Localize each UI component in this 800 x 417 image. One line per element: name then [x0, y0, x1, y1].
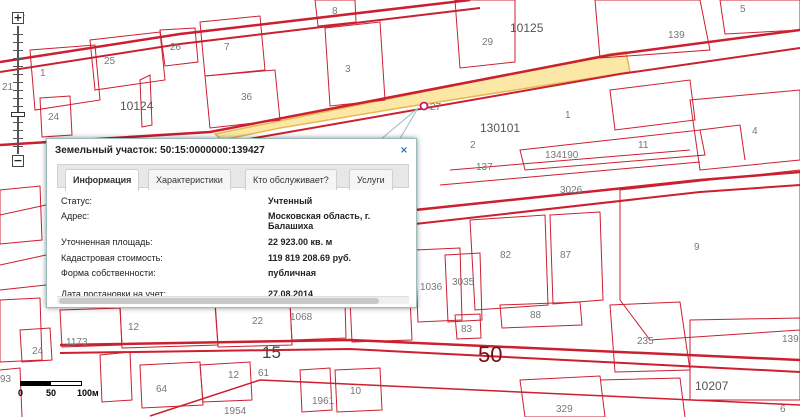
tab-services[interactable]: Услуги [349, 169, 393, 190]
info-value: Московская область, г. Балашиха [268, 211, 371, 231]
parcel-info-popup: Земельный участок: 50:15:0000000:139427 … [46, 138, 417, 308]
popup-scrollbar[interactable] [57, 296, 409, 304]
map-label: 9 [694, 242, 700, 253]
zoom-tick [13, 122, 23, 123]
zoom-tick [13, 146, 23, 147]
map-label: 235 [637, 336, 654, 347]
popup-title: Земельный участок: 50:15:0000000:139427 [55, 145, 265, 156]
map-label: 12 [128, 322, 140, 333]
map-label: 8 [332, 6, 338, 17]
info-key: Кадастровая стоимость: [61, 253, 163, 263]
close-icon[interactable]: × [398, 145, 410, 157]
map-label: 36 [241, 92, 253, 103]
map-label: 82 [500, 250, 512, 261]
zoom-tick [13, 42, 23, 43]
map-label: 139 [668, 30, 685, 41]
zoom-tick [13, 106, 23, 107]
map-label: 26 [170, 42, 182, 53]
map-label: 24 [48, 112, 60, 123]
map-label: 3 [345, 64, 351, 75]
zoom-control: + − [10, 12, 26, 167]
zoom-tick [13, 58, 23, 59]
map-label: 10125 [510, 21, 544, 35]
map-label: 5 [740, 4, 746, 15]
map-label: 1173 [66, 337, 88, 348]
map-label: 93 [0, 374, 12, 385]
map-label: 1068 [290, 312, 313, 323]
zoom-tick [13, 66, 23, 67]
scale-tick-label: 0 [18, 388, 24, 398]
map-label: 87 [560, 250, 572, 261]
info-value: Учтенный [268, 196, 313, 206]
map-label: 1961 [312, 396, 335, 407]
zoom-handle[interactable] [11, 112, 25, 117]
scale-bar-graphic [20, 381, 82, 386]
map-label: 88 [530, 310, 542, 321]
popup-tabs: Информация Характеристики Кто обслуживае… [57, 164, 409, 191]
tab-who-serves[interactable]: Кто обслуживает? [245, 169, 337, 190]
map-label: 3026 [560, 185, 583, 196]
map-label: 10124 [120, 99, 154, 113]
map-label: 61 [258, 368, 270, 379]
map-label: 1 [40, 68, 46, 79]
map-label: 3035 [452, 277, 475, 288]
map-label: 134190 [545, 150, 579, 161]
info-key: Статус: [61, 196, 92, 206]
map-label: 24 [32, 346, 44, 357]
map-label: 7 [224, 42, 230, 53]
info-value: 119 819 208.69 руб. [268, 253, 352, 263]
map-label: 1954 [224, 406, 247, 417]
map-label: 10207 [695, 379, 729, 393]
map-label: 83 [461, 324, 473, 335]
map-label: 139 [782, 334, 799, 345]
map-label: 25 [104, 56, 116, 67]
map-label: 130101 [480, 121, 520, 135]
map-label: 50 [478, 342, 502, 367]
map-label: 1 [565, 110, 571, 121]
info-key: Уточненная площадь: [61, 237, 153, 247]
map-label: 15 [262, 343, 281, 362]
info-value: 22 923.00 кв. м [268, 237, 333, 247]
map-label: 2 [470, 140, 476, 151]
zoom-tick [13, 50, 23, 51]
zoom-tick [13, 98, 23, 99]
info-key: Форма собственности: [61, 268, 156, 278]
zoom-tick [13, 74, 23, 75]
zoom-out-button[interactable]: − [12, 155, 24, 167]
map-label: 64 [156, 384, 168, 395]
zoom-tick [13, 138, 23, 139]
map-label: 1036 [420, 282, 443, 293]
map-label: 6 [780, 404, 786, 415]
zoom-tick [13, 34, 23, 35]
zoom-tick [13, 90, 23, 91]
scale-tick-label: 100м [77, 388, 99, 398]
scale-tick-label: 50 [46, 388, 57, 398]
map-label: 329 [556, 404, 573, 415]
info-value: публичная [268, 268, 316, 278]
map-label: 4 [752, 126, 758, 137]
tab-characteristics[interactable]: Характеристики [148, 169, 231, 190]
info-key: Адрес: [61, 211, 90, 221]
zoom-in-button[interactable]: + [12, 12, 24, 24]
map-label: 29 [482, 37, 494, 48]
map-label: 137 [476, 162, 493, 173]
scale-bar: 0 50 100м [18, 377, 110, 417]
info-table: Статус: Учтенный Адрес: Московская облас… [57, 188, 409, 298]
zoom-tick [13, 130, 23, 131]
map-label: 22 [252, 316, 264, 327]
selection-marker[interactable] [419, 101, 429, 111]
map-label: 11 [638, 140, 649, 151]
marker-label: 27 [430, 102, 442, 113]
map-label: 12 [228, 370, 240, 381]
scrollbar-thumb[interactable] [59, 298, 379, 304]
zoom-tick [13, 82, 23, 83]
map-label: 10 [350, 386, 362, 397]
